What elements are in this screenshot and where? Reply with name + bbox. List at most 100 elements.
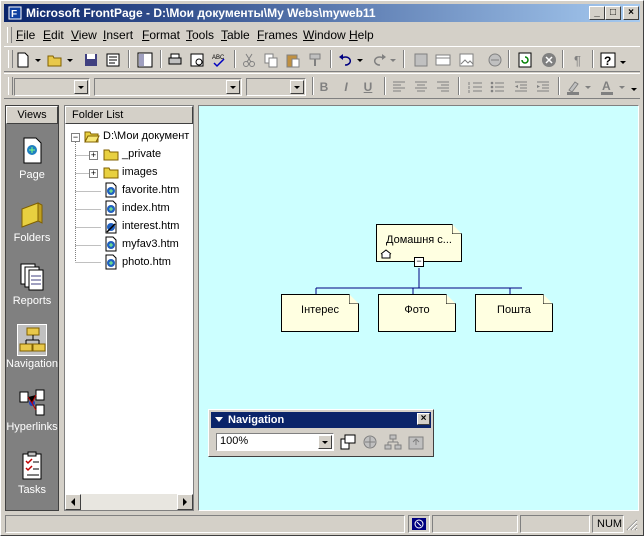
resize-grip-icon[interactable] <box>626 519 638 531</box>
align-right-icon[interactable] <box>434 78 452 96</box>
align-left-icon[interactable] <box>390 78 408 96</box>
numbering-icon[interactable] <box>466 78 484 96</box>
open-folder-icon[interactable] <box>46 51 64 69</box>
scroll-left-button[interactable] <box>65 494 81 510</box>
highlight-color-icon[interactable] <box>564 78 582 96</box>
spelling-icon[interactable]: ABC <box>210 51 228 69</box>
menu-help[interactable]: Help <box>349 28 374 42</box>
paste-icon[interactable] <box>284 51 302 69</box>
folder-list-scrollbar[interactable] <box>65 494 193 510</box>
chevron-down-icon[interactable] <box>318 435 332 449</box>
undo-icon[interactable] <box>337 51 355 69</box>
format-painter-icon[interactable] <box>306 51 324 69</box>
insert-picture-icon[interactable] <box>458 51 476 69</box>
cut-icon[interactable] <box>240 51 258 69</box>
help-icon[interactable]: ? <box>599 51 617 69</box>
toolbar-menu-icon[interactable] <box>215 417 223 423</box>
toggle-pane-icon[interactable] <box>136 51 154 69</box>
show-all-icon[interactable]: ¶ <box>570 51 588 69</box>
menu-edit[interactable]: Edit <box>43 28 64 42</box>
menu-format[interactable]: Format <box>142 28 180 42</box>
nav-node-interest[interactable]: Інтерес <box>281 294 359 332</box>
redo-icon[interactable] <box>370 51 388 69</box>
external-hyperlink-icon[interactable] <box>361 433 379 451</box>
menu-file[interactable]: File <box>16 28 35 42</box>
expand-private-icon[interactable]: + <box>89 151 98 160</box>
toolbar-options-icon[interactable] <box>630 78 638 96</box>
increase-indent-icon[interactable] <box>534 78 552 96</box>
navigation-toolbar[interactable]: Navigation × 100% <box>208 409 434 457</box>
menu-tools[interactable]: Tools <box>186 28 214 42</box>
menu-table[interactable]: Table <box>221 28 250 42</box>
highlight-dropdown-icon[interactable] <box>584 78 592 96</box>
title-bar[interactable]: F Microsoft FrontPage - D:\Мои документы… <box>4 4 640 22</box>
copy-icon[interactable] <box>262 51 280 69</box>
nav-node-photo[interactable]: Фото <box>378 294 456 332</box>
view-page[interactable]: Page <box>6 132 58 190</box>
font-color-dropdown-icon[interactable] <box>618 78 626 96</box>
page-view-icon <box>23 137 42 164</box>
nav-node-home[interactable]: Домашня с... − <box>376 224 462 267</box>
font-color-icon[interactable]: A <box>598 78 616 96</box>
toolbar-grip[interactable] <box>8 50 13 68</box>
close-button[interactable]: × <box>623 6 639 20</box>
collapse-node-icon[interactable]: − <box>414 257 424 267</box>
menu-bar: File Edit View Insert Format Tools Table… <box>4 25 640 45</box>
view-subtree-icon[interactable] <box>384 433 402 451</box>
stop-icon[interactable] <box>540 51 558 69</box>
view-navigation[interactable]: Navigation <box>6 321 58 379</box>
view-hyperlinks[interactable]: Hyperlinks <box>6 384 58 442</box>
view-tasks[interactable]: Tasks <box>6 447 58 505</box>
insert-table-icon[interactable] <box>434 51 452 69</box>
menu-grip[interactable] <box>7 27 12 43</box>
redo-dropdown-icon[interactable] <box>389 51 397 69</box>
underline-button[interactable]: U <box>360 79 376 95</box>
bold-button[interactable]: B <box>316 79 332 95</box>
view-folders[interactable]: Folders <box>6 195 58 253</box>
include-in-navbar-icon[interactable] <box>407 433 425 451</box>
menu-view[interactable]: View <box>71 28 97 42</box>
expand-images-icon[interactable]: + <box>89 169 98 178</box>
menu-window[interactable]: Window <box>303 28 346 42</box>
zoom-combo[interactable]: 100% <box>216 433 334 451</box>
minimize-button[interactable]: _ <box>589 6 605 20</box>
new-dropdown-icon[interactable] <box>34 51 42 69</box>
save-icon[interactable] <box>82 51 100 69</box>
view-reports[interactable]: Reports <box>6 258 58 316</box>
toolbar-options-icon[interactable] <box>619 51 627 69</box>
undo-dropdown-icon[interactable] <box>356 51 364 69</box>
new-page-icon[interactable] <box>14 51 32 69</box>
chevron-down-icon[interactable] <box>226 80 240 94</box>
toolbar-grip[interactable] <box>8 77 13 95</box>
frontpage-app-icon[interactable]: F <box>7 5 23 21</box>
print-icon[interactable] <box>166 51 184 69</box>
collapse-root-icon[interactable]: − <box>71 133 80 142</box>
open-dropdown-icon[interactable] <box>66 51 74 69</box>
font-size-combo[interactable] <box>246 78 306 96</box>
font-combo[interactable] <box>94 78 242 96</box>
navigation-toolbar-title[interactable]: Navigation × <box>211 412 431 428</box>
preview-browser-icon[interactable] <box>188 51 206 69</box>
toolbar-close-button[interactable]: × <box>417 413 430 425</box>
views-bar: Views Page Folders Reports Navigation Hy… <box>5 105 59 511</box>
italic-button[interactable]: I <box>338 79 354 95</box>
align-center-icon[interactable] <box>412 78 430 96</box>
insert-component-icon[interactable] <box>412 51 430 69</box>
portrait-landscape-icon[interactable] <box>339 433 357 451</box>
nav-node-label: Інтерес <box>301 304 339 316</box>
decrease-indent-icon[interactable] <box>512 78 530 96</box>
hyperlink-icon[interactable] <box>486 51 504 69</box>
menu-insert[interactable]: Insert <box>103 28 133 42</box>
refresh-icon[interactable] <box>516 51 534 69</box>
bullets-icon[interactable] <box>488 78 506 96</box>
publish-web-icon[interactable] <box>104 51 122 69</box>
scroll-right-button[interactable] <box>177 494 193 510</box>
style-combo[interactable] <box>14 78 90 96</box>
chevron-down-icon[interactable] <box>290 80 304 94</box>
toolbar-separator <box>558 77 560 95</box>
maximize-button[interactable]: □ <box>605 6 621 20</box>
nav-node-mail[interactable]: Пошта <box>475 294 553 332</box>
menu-frames[interactable]: Frames <box>257 28 298 42</box>
chevron-down-icon[interactable] <box>74 80 88 94</box>
toolbar-separator <box>312 77 314 95</box>
